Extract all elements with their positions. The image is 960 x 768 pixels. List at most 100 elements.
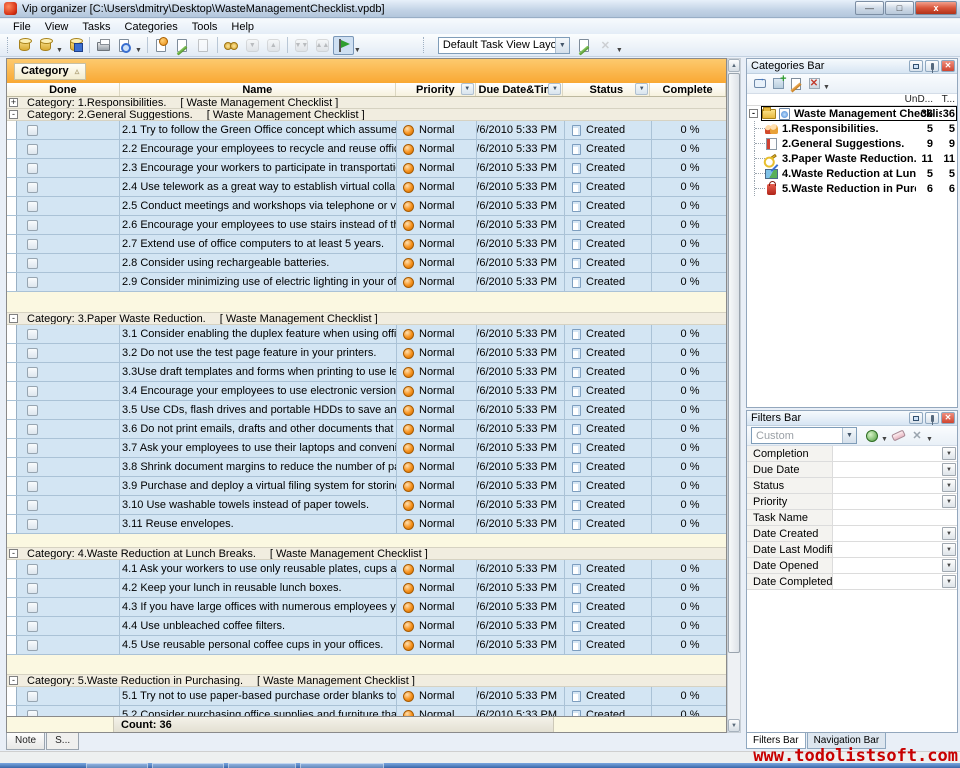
done-checkbox[interactable] bbox=[27, 602, 38, 613]
done-checkbox[interactable] bbox=[27, 640, 38, 651]
task-name-cell[interactable]: 4.2 Keep your lunch in reusable lunch bo… bbox=[120, 579, 397, 597]
apply-filter-dropdown[interactable]: ▼ bbox=[881, 436, 888, 445]
task-row[interactable]: 2.5 Conduct meetings and workshops via t… bbox=[7, 197, 726, 216]
filters-restore-button[interactable] bbox=[909, 412, 923, 424]
task-row[interactable]: 3.9 Purchase and deploy a virtual filing… bbox=[7, 477, 726, 496]
categories-more-dropdown[interactable]: ▼ bbox=[823, 84, 830, 93]
filter-dropdown-button[interactable]: ▼ bbox=[942, 543, 956, 556]
menu-tasks[interactable]: Tasks bbox=[75, 21, 117, 33]
task-row[interactable]: 3.7 Ask your employees to use their lapt… bbox=[7, 439, 726, 458]
filter-preset-combo[interactable]: Custom ▼ bbox=[751, 427, 857, 444]
done-checkbox[interactable] bbox=[27, 519, 38, 530]
task-row[interactable]: 2.6 Encourage your employees to use stai… bbox=[7, 216, 726, 235]
task-name-cell[interactable]: 4.1 Ask your workers to use only reusabl… bbox=[120, 560, 397, 578]
move-top-button[interactable]: ▲▲ bbox=[312, 36, 333, 55]
done-checkbox[interactable] bbox=[27, 348, 38, 359]
task-row[interactable]: 2.1 Try to follow the Green Office conce… bbox=[7, 121, 726, 140]
print-preview-button[interactable] bbox=[114, 36, 135, 55]
task-row[interactable]: 2.4 Use telework as a great way to estab… bbox=[7, 178, 726, 197]
save-database-button[interactable] bbox=[65, 36, 86, 55]
maximize-button[interactable]: □ bbox=[885, 1, 914, 15]
new-task-button[interactable] bbox=[151, 36, 172, 55]
move-bottom-button[interactable]: ▼▼ bbox=[291, 36, 312, 55]
open-database-button[interactable] bbox=[35, 36, 56, 55]
done-checkbox[interactable] bbox=[27, 258, 38, 269]
filter-dropdown-button[interactable]: ▼ bbox=[942, 479, 956, 492]
task-name-cell[interactable]: 3.11 Reuse envelopes. bbox=[120, 515, 397, 533]
task-row[interactable]: 4.2 Keep your lunch in reusable lunch bo… bbox=[7, 579, 726, 598]
task-name-cell[interactable]: 2.5 Conduct meetings and workshops via t… bbox=[120, 197, 397, 215]
task-name-cell[interactable]: 5.1 Try not to use paper-based purchase … bbox=[120, 687, 397, 705]
task-name-cell[interactable]: 2.4 Use telework as a great way to estab… bbox=[120, 178, 397, 196]
done-checkbox[interactable] bbox=[27, 125, 38, 136]
task-row[interactable]: 4.1 Ask your workers to use only reusabl… bbox=[7, 560, 726, 579]
filter-value-field[interactable] bbox=[833, 494, 957, 509]
tree-category-item[interactable]: 3.Paper Waste Reduction.1111 bbox=[747, 151, 957, 166]
save-layout-button[interactable] bbox=[574, 36, 595, 55]
task-row[interactable]: 2.8 Consider using rechargeable batterie… bbox=[7, 254, 726, 273]
done-checkbox[interactable] bbox=[27, 220, 38, 231]
task-name-cell[interactable]: 3.10 Use washable towels instead of pape… bbox=[120, 496, 397, 514]
tree-category-item[interactable]: 1.Responsibilities.55 bbox=[747, 121, 957, 136]
new-database-button[interactable] bbox=[14, 36, 35, 55]
delete-category-button[interactable]: ✕ bbox=[805, 76, 823, 92]
collapse-group-icon[interactable]: - bbox=[9, 110, 18, 119]
task-name-cell[interactable]: 3.8 Shrink document margins to reduce th… bbox=[120, 458, 397, 476]
task-row[interactable]: 2.3 Encourage your workers to participat… bbox=[7, 159, 726, 178]
done-checkbox[interactable] bbox=[27, 500, 38, 511]
filter-value-field[interactable] bbox=[833, 478, 957, 493]
column-header-done[interactable]: Done bbox=[7, 83, 120, 96]
flag-view-dropdown[interactable]: ▼ bbox=[354, 47, 361, 56]
tree-root-tasklist[interactable]: -Waste Management Checklist3636 bbox=[747, 106, 957, 121]
tree-category-item[interactable]: 4.Waste Reduction at Lunch Breaks.55 bbox=[747, 166, 957, 181]
done-checkbox[interactable] bbox=[27, 201, 38, 212]
filter-value-field[interactable] bbox=[833, 526, 957, 541]
print-button[interactable] bbox=[93, 36, 114, 55]
filters-pin-button[interactable] bbox=[925, 412, 939, 424]
taskbar-button[interactable] bbox=[300, 763, 384, 768]
task-name-cell[interactable]: 4.5 Use reusable personal coffee cups in… bbox=[120, 636, 397, 654]
task-row[interactable]: 3.10 Use washable towels instead of pape… bbox=[7, 496, 726, 515]
filters-close-button[interactable]: ✕ bbox=[941, 412, 955, 424]
column-header-priority[interactable]: Priority▼ bbox=[396, 83, 476, 96]
task-name-cell[interactable]: 3.9 Purchase and deploy a virtual filing… bbox=[120, 477, 397, 495]
new-tasklist-button[interactable] bbox=[751, 76, 769, 92]
move-down-button[interactable]: ▼ bbox=[242, 36, 263, 55]
menu-view[interactable]: View bbox=[38, 21, 76, 33]
task-name-cell[interactable]: 2.8 Consider using rechargeable batterie… bbox=[120, 254, 397, 272]
menu-file[interactable]: File bbox=[6, 21, 38, 33]
layout-combo-dropdown[interactable]: ▼ bbox=[555, 38, 569, 53]
done-checkbox[interactable] bbox=[27, 239, 38, 250]
filter-dropdown-button[interactable]: ▼ bbox=[942, 463, 956, 476]
menu-categories[interactable]: Categories bbox=[118, 21, 185, 33]
filters-more-dropdown[interactable]: ▼ bbox=[926, 436, 933, 445]
taskbar-button[interactable] bbox=[152, 763, 224, 768]
task-view-layout-combo[interactable]: Default Task View Layout ▼ bbox=[438, 37, 570, 54]
task-name-cell[interactable]: 3.3Use draft templates and forms when pr… bbox=[120, 363, 397, 381]
filter-preset-dropdown[interactable]: ▼ bbox=[842, 428, 856, 443]
column-header-complete[interactable]: Complete bbox=[650, 83, 726, 96]
filter-dropdown-button[interactable]: ▼ bbox=[942, 559, 956, 572]
edit-category-button[interactable] bbox=[787, 76, 805, 92]
column-header-due[interactable]: Due Date&Time▼ bbox=[476, 83, 564, 96]
panel-close-button[interactable]: ✕ bbox=[941, 60, 955, 72]
done-checkbox[interactable] bbox=[27, 691, 38, 702]
filter-value-field[interactable] bbox=[833, 462, 957, 477]
panel-restore-button[interactable] bbox=[909, 60, 923, 72]
close-button[interactable]: x bbox=[915, 1, 957, 15]
taskbar-button[interactable] bbox=[228, 763, 296, 768]
open-database-dropdown[interactable]: ▼ bbox=[56, 47, 63, 56]
tab-note[interactable]: Note bbox=[6, 733, 45, 750]
done-checkbox[interactable] bbox=[27, 481, 38, 492]
task-name-cell[interactable]: 3.5 Use CDs, flash drives and portable H… bbox=[120, 401, 397, 419]
category-group-row[interactable]: -Category: 5.Waste Reduction in Purchasi… bbox=[7, 675, 726, 687]
task-name-cell[interactable]: 2.1 Try to follow the Green Office conce… bbox=[120, 121, 397, 139]
delete-task-button[interactable] bbox=[193, 36, 214, 55]
clear-filter-button[interactable] bbox=[890, 428, 908, 444]
collapse-tree-icon[interactable]: - bbox=[749, 109, 758, 118]
task-name-cell[interactable]: 2.7 Extend use of office computers to at… bbox=[120, 235, 397, 253]
done-checkbox[interactable] bbox=[27, 424, 38, 435]
done-checkbox[interactable] bbox=[27, 564, 38, 575]
column-header-status[interactable]: Status▼ bbox=[563, 83, 650, 96]
edit-task-button[interactable] bbox=[172, 36, 193, 55]
